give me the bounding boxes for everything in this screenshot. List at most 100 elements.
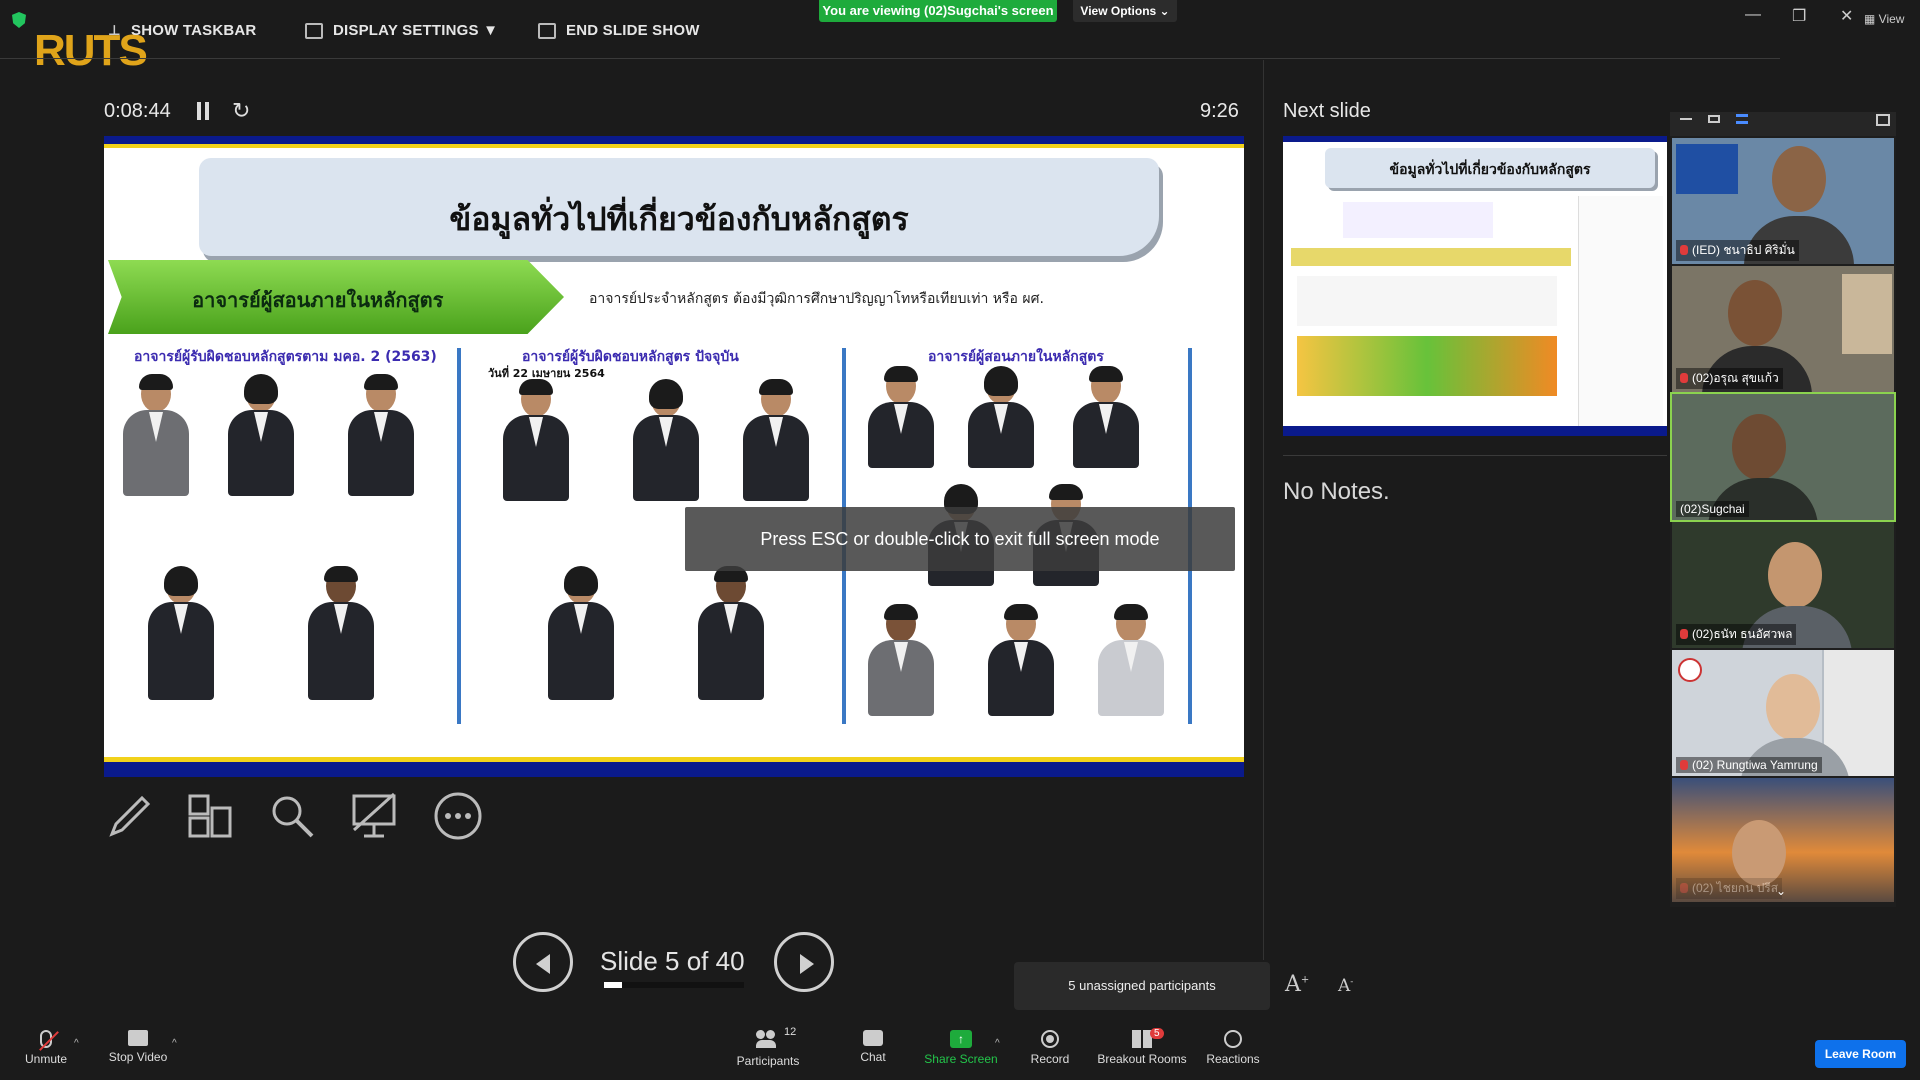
participant-tile[interactable]: (02)อรุณ สุขแก้ว bbox=[1672, 266, 1894, 392]
display-settings-icon bbox=[305, 22, 323, 39]
slide-title-box: ข้อมูลทั่วไปที่เกี่ยวข้องกับหลักสูตร bbox=[199, 158, 1159, 256]
see-all-slides-icon[interactable] bbox=[184, 790, 236, 842]
participant-name: (02)ธนัท ธนอัศวพล bbox=[1676, 624, 1797, 645]
view-options-button[interactable]: View Options ⌄ bbox=[1073, 0, 1177, 22]
thumb-top-band bbox=[1283, 136, 1667, 142]
gallery-layout-icon[interactable] bbox=[1876, 114, 1890, 126]
faculty-photo bbox=[544, 566, 618, 700]
participants-button[interactable]: Participants 12 bbox=[718, 1026, 818, 1068]
top-divider bbox=[0, 58, 1780, 59]
microphone-muted-icon bbox=[39, 1030, 59, 1051]
scroll-down-chevron-icon[interactable]: ⌄ bbox=[1776, 884, 1786, 898]
breakout-badge: 5 bbox=[1150, 1028, 1164, 1039]
slide-requirement-text: อาจารย์ประจำหลักสูตร ต้องมีวุฒิการศึกษาป… bbox=[589, 291, 1044, 307]
slide-green-banner: อาจารย์ผู้สอนภายในหลักสูตร bbox=[108, 260, 564, 334]
slide-top-band bbox=[104, 136, 1244, 148]
participant-tile[interactable]: (IED) ชนาธิป ศิริมั่น bbox=[1672, 138, 1894, 264]
thumb-title: ข้อมูลทั่วไปที่เกี่ยวข้องกับหลักสูตร bbox=[1389, 162, 1591, 178]
share-options-caret-icon[interactable]: ^ bbox=[995, 1038, 1000, 1049]
thumbnail-view-icon[interactable] bbox=[1708, 115, 1720, 123]
slide-bottom-band bbox=[104, 757, 1244, 777]
reactions-button[interactable]: Reactions bbox=[1183, 1030, 1283, 1066]
faculty-photo bbox=[864, 604, 938, 716]
more-options-icon[interactable] bbox=[432, 790, 484, 842]
faculty-photo bbox=[144, 566, 218, 700]
participant-face bbox=[1732, 820, 1786, 886]
participant-name: (02)Sugchai bbox=[1676, 501, 1749, 517]
black-screen-icon[interactable] bbox=[348, 790, 400, 842]
faculty-photo bbox=[1094, 604, 1168, 716]
mic-muted-icon bbox=[1680, 629, 1688, 639]
unmute-button[interactable]: Unmute bbox=[0, 1030, 96, 1066]
participant-face bbox=[1728, 280, 1782, 346]
thumb-side-table bbox=[1578, 196, 1663, 436]
security-shield-icon bbox=[12, 12, 26, 28]
unassigned-participants-notice[interactable]: 5 unassigned participants bbox=[1014, 962, 1270, 1010]
current-slide[interactable]: ข้อมูลทั่วไปที่เกี่ยวข้องกับหลักสูตร อาจ… bbox=[104, 136, 1244, 777]
participant-face bbox=[1732, 414, 1786, 480]
previous-slide-button[interactable] bbox=[513, 932, 573, 992]
faculty-photo bbox=[344, 374, 418, 496]
faculty-photo bbox=[864, 366, 938, 468]
participant-background bbox=[1842, 274, 1892, 354]
end-slide-show-button[interactable]: END SLIDE SHOW bbox=[538, 22, 700, 39]
participant-tile-active-speaker[interactable]: (02)Sugchai bbox=[1670, 392, 1896, 522]
column-heading-3: อาจารย์ผู้สอนภายในหลักสูตร bbox=[928, 349, 1104, 365]
mic-muted-icon bbox=[1680, 245, 1688, 255]
next-slide-button[interactable] bbox=[774, 932, 834, 992]
restore-icon[interactable]: ❐ bbox=[1792, 6, 1806, 26]
notes-divider bbox=[1283, 455, 1667, 456]
slide-progress-bar bbox=[604, 982, 744, 988]
column-2-date: วันที่ 22 เมษายน 2564 bbox=[488, 367, 605, 380]
thumb-details bbox=[1297, 276, 1557, 326]
chat-bubble-icon bbox=[863, 1030, 883, 1046]
gallery-header bbox=[1670, 112, 1896, 136]
display-settings-button[interactable]: DISPLAY SETTINGS ▼ bbox=[305, 22, 498, 39]
leave-room-button[interactable]: Leave Room bbox=[1815, 1040, 1906, 1068]
pause-timer-icon[interactable] bbox=[196, 102, 210, 120]
participant-tile[interactable]: (02) Rungtiwa Yamrung bbox=[1672, 650, 1894, 776]
mic-muted-icon bbox=[1680, 760, 1688, 770]
mic-muted-icon bbox=[1680, 883, 1688, 893]
audio-options-caret-icon[interactable]: ^ bbox=[74, 1038, 79, 1049]
pen-tool-icon[interactable] bbox=[104, 790, 156, 842]
show-taskbar-button[interactable]: ⊥ SHOW TASKBAR bbox=[108, 22, 256, 39]
next-slide-thumbnail[interactable]: ข้อมูลทั่วไปที่เกี่ยวข้องกับหลักสูตร bbox=[1283, 136, 1667, 436]
participant-name: (02) ไชยกน ปรีส bbox=[1676, 878, 1783, 899]
participant-name: (IED) ชนาธิป ศิริมั่น bbox=[1676, 240, 1799, 261]
thumb-title-box: ข้อมูลทั่วไปที่เกี่ยวข้องกับหลักสูตร bbox=[1325, 148, 1655, 188]
minimize-icon[interactable]: — bbox=[1745, 6, 1761, 24]
faculty-photo bbox=[119, 374, 193, 496]
participant-tile[interactable]: (02)ธนัท ธนอัศวพล bbox=[1672, 522, 1894, 648]
participant-name: (02) Rungtiwa Yamrung bbox=[1676, 757, 1822, 773]
chat-button[interactable]: Chat bbox=[823, 1030, 923, 1064]
reset-timer-icon[interactable]: ↻ bbox=[232, 98, 250, 124]
video-options-caret-icon[interactable]: ^ bbox=[172, 1038, 177, 1049]
end-show-icon bbox=[538, 22, 556, 39]
zoom-icon[interactable] bbox=[266, 790, 318, 842]
faculty-photo bbox=[304, 566, 378, 700]
increase-font-icon[interactable]: A+ bbox=[1285, 972, 1309, 997]
share-screen-icon: ↑ bbox=[950, 1030, 972, 1048]
slide-counter: Slide 5 of 40 bbox=[600, 946, 745, 976]
thumb-yellow-bar bbox=[1291, 248, 1571, 266]
decrease-font-icon[interactable]: A- bbox=[1338, 976, 1353, 996]
strip-view-icon[interactable] bbox=[1736, 114, 1748, 124]
speaker-notes: No Notes. bbox=[1283, 478, 1390, 505]
current-time: 9:26 bbox=[1200, 100, 1239, 122]
participant-tile[interactable]: (02) ไชยกน ปรีส ⌄ bbox=[1672, 778, 1894, 902]
slide-progress-fill bbox=[604, 982, 622, 988]
mic-muted-icon bbox=[1680, 373, 1688, 383]
view-button[interactable]: ▦ View bbox=[1864, 12, 1904, 26]
breakout-rooms-icon bbox=[1132, 1030, 1152, 1048]
arrow-left-icon bbox=[536, 954, 550, 974]
elapsed-timer: 0:08:44 bbox=[104, 100, 171, 122]
minimize-gallery-icon[interactable] bbox=[1680, 118, 1692, 120]
record-button[interactable]: Record bbox=[1000, 1030, 1100, 1066]
faculty-photo bbox=[629, 379, 703, 501]
column-heading-1: อาจารย์ผู้รับผิดชอบหลักสูตรตาม มคอ. 2 (2… bbox=[134, 349, 437, 365]
close-icon[interactable]: ✕ bbox=[1840, 6, 1853, 26]
participant-count: 12 bbox=[784, 1026, 797, 1038]
pane-divider bbox=[1263, 60, 1264, 960]
breakout-rooms-button[interactable]: Breakout Rooms 5 bbox=[1092, 1028, 1192, 1066]
